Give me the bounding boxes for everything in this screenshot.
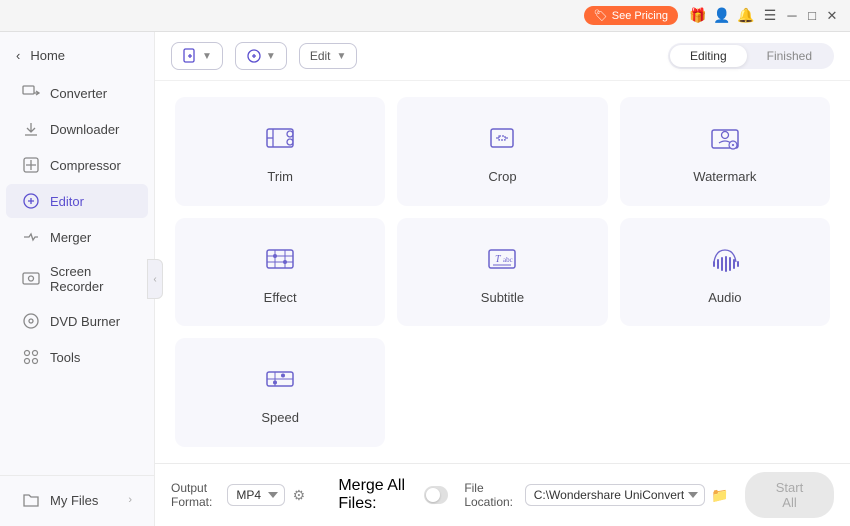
sidebar-collapse-button[interactable]: ‹ bbox=[147, 259, 163, 299]
svg-text:T: T bbox=[495, 254, 502, 265]
file-location-select[interactable]: C:\Wondershare UniConverter 1 bbox=[525, 484, 705, 506]
sidebar-editor-label: Editor bbox=[50, 194, 84, 209]
sidebar-merger-label: Merger bbox=[50, 230, 91, 245]
merger-icon bbox=[22, 228, 40, 246]
svg-text:abc: abc bbox=[503, 256, 513, 264]
dvd-burner-icon bbox=[22, 312, 40, 330]
output-format-field: Output Format: MP4 MOV AVI MKV ⚙ bbox=[171, 481, 306, 509]
sidebar-dvd-burner-label: DVD Burner bbox=[50, 314, 120, 329]
speed-label: Speed bbox=[261, 410, 299, 425]
toolbar: ▼ ▼ Edit ▼ Editing Finished bbox=[155, 32, 850, 81]
sidebar-item-screen-recorder[interactable]: Screen Recorder bbox=[6, 256, 148, 302]
merge-all-files-field: Merge All Files: bbox=[338, 477, 448, 513]
open-folder-icon[interactable]: 📁 bbox=[711, 483, 729, 507]
trim-icon bbox=[260, 119, 300, 157]
tab-editing[interactable]: Editing bbox=[670, 45, 747, 67]
sidebar-home-label: Home bbox=[30, 48, 65, 63]
media-chevron-icon: ▼ bbox=[266, 51, 276, 62]
tag-icon: 🏷 bbox=[594, 9, 608, 22]
converter-icon bbox=[22, 84, 40, 102]
edit-chevron-icon: ▼ bbox=[337, 51, 347, 62]
bottom-bar: Output Format: MP4 MOV AVI MKV ⚙ Merge A… bbox=[155, 463, 850, 526]
menu-icon[interactable]: ☰ bbox=[758, 4, 782, 28]
tab-finished[interactable]: Finished bbox=[747, 45, 832, 67]
editor-icon bbox=[22, 192, 40, 210]
add-file-icon bbox=[182, 48, 198, 64]
merge-toggle-switch[interactable] bbox=[424, 486, 449, 504]
sidebar-item-my-files[interactable]: My Files › bbox=[6, 483, 148, 517]
user-icon[interactable]: 👤 bbox=[710, 4, 734, 28]
gift-icon[interactable]: 🎁 bbox=[686, 4, 710, 28]
sidebar-downloader-label: Downloader bbox=[50, 122, 119, 137]
sidebar: ‹ Home Converter Downloader bbox=[0, 32, 155, 526]
sidebar-item-downloader[interactable]: Downloader bbox=[6, 112, 148, 146]
audio-card[interactable]: Audio bbox=[620, 218, 830, 327]
add-media-icon bbox=[246, 48, 262, 64]
speed-card[interactable]: Speed bbox=[175, 338, 385, 447]
see-pricing-label: See Pricing bbox=[612, 10, 668, 22]
audio-icon bbox=[705, 240, 745, 278]
subtitle-icon: T abc bbox=[482, 240, 522, 278]
sidebar-item-compressor[interactable]: Compressor bbox=[6, 148, 148, 182]
minimize-button[interactable]: ─ bbox=[782, 6, 802, 26]
sidebar-item-tools[interactable]: Tools bbox=[6, 340, 148, 374]
output-format-label: Output Format: bbox=[171, 481, 221, 509]
effect-label: Effect bbox=[264, 290, 297, 305]
sidebar-tools-label: Tools bbox=[50, 350, 80, 365]
effect-card[interactable]: Effect bbox=[175, 218, 385, 327]
audio-label: Audio bbox=[708, 290, 741, 305]
home-icon: ‹ bbox=[16, 48, 20, 63]
my-files-icon bbox=[22, 491, 40, 509]
sidebar-item-dvd-burner[interactable]: DVD Burner bbox=[6, 304, 148, 338]
output-settings-icon[interactable]: ⚙ bbox=[291, 483, 306, 507]
watermark-label: Watermark bbox=[693, 169, 756, 184]
tabs-group: Editing Finished bbox=[668, 43, 834, 69]
effect-icon bbox=[260, 240, 300, 278]
sidebar-my-files-label: My Files bbox=[50, 493, 98, 508]
edit-label: Edit bbox=[310, 49, 331, 63]
watermark-card[interactable]: Watermark bbox=[620, 97, 830, 206]
sidebar-compressor-label: Compressor bbox=[50, 158, 121, 173]
crop-card[interactable]: Crop bbox=[397, 97, 607, 206]
content-area: ▼ ▼ Edit ▼ Editing Finished bbox=[155, 32, 850, 526]
edit-dropdown[interactable]: Edit ▼ bbox=[299, 43, 358, 69]
merge-files-label: Merge All Files: bbox=[338, 477, 417, 513]
sidebar-bottom: My Files › bbox=[0, 475, 154, 518]
titlebar: 🏷 See Pricing 🎁 👤 🔔 ☰ ─ □ ✕ bbox=[0, 0, 850, 32]
maximize-button[interactable]: □ bbox=[802, 6, 822, 26]
sidebar-item-home[interactable]: ‹ Home bbox=[0, 40, 154, 71]
file-location-label: File Location: bbox=[464, 481, 518, 509]
sidebar-item-merger[interactable]: Merger bbox=[6, 220, 148, 254]
sidebar-converter-label: Converter bbox=[50, 86, 107, 101]
sidebar-item-converter[interactable]: Converter bbox=[6, 76, 148, 110]
trim-label: Trim bbox=[267, 169, 293, 184]
add-chevron-icon: ▼ bbox=[202, 51, 212, 62]
add-files-button[interactable]: ▼ bbox=[171, 42, 223, 70]
chevron-right-icon: › bbox=[128, 494, 132, 506]
sidebar-screen-recorder-label: Screen Recorder bbox=[50, 264, 132, 294]
crop-label: Crop bbox=[488, 169, 516, 184]
file-location-field: File Location: C:\Wondershare UniConvert… bbox=[464, 481, 729, 509]
close-button[interactable]: ✕ bbox=[822, 6, 842, 26]
bell-icon[interactable]: 🔔 bbox=[734, 4, 758, 28]
subtitle-label: Subtitle bbox=[481, 290, 524, 305]
sidebar-item-editor[interactable]: Editor bbox=[6, 184, 148, 218]
crop-icon bbox=[482, 119, 522, 157]
start-all-button[interactable]: Start All bbox=[745, 472, 834, 518]
compressor-icon bbox=[22, 156, 40, 174]
subtitle-card[interactable]: T abc Subtitle bbox=[397, 218, 607, 327]
watermark-icon bbox=[705, 119, 745, 157]
trim-card[interactable]: Trim bbox=[175, 97, 385, 206]
see-pricing-button[interactable]: 🏷 See Pricing bbox=[584, 6, 678, 25]
speed-icon bbox=[260, 360, 300, 398]
add-media-button[interactable]: ▼ bbox=[235, 42, 287, 70]
tools-icon bbox=[22, 348, 40, 366]
main-layout: ‹ Home Converter Downloader bbox=[0, 32, 850, 526]
editor-grid: Trim Crop bbox=[155, 81, 850, 463]
screen-recorder-icon bbox=[22, 270, 40, 288]
downloader-icon bbox=[22, 120, 40, 138]
output-format-select[interactable]: MP4 MOV AVI MKV bbox=[227, 484, 285, 506]
